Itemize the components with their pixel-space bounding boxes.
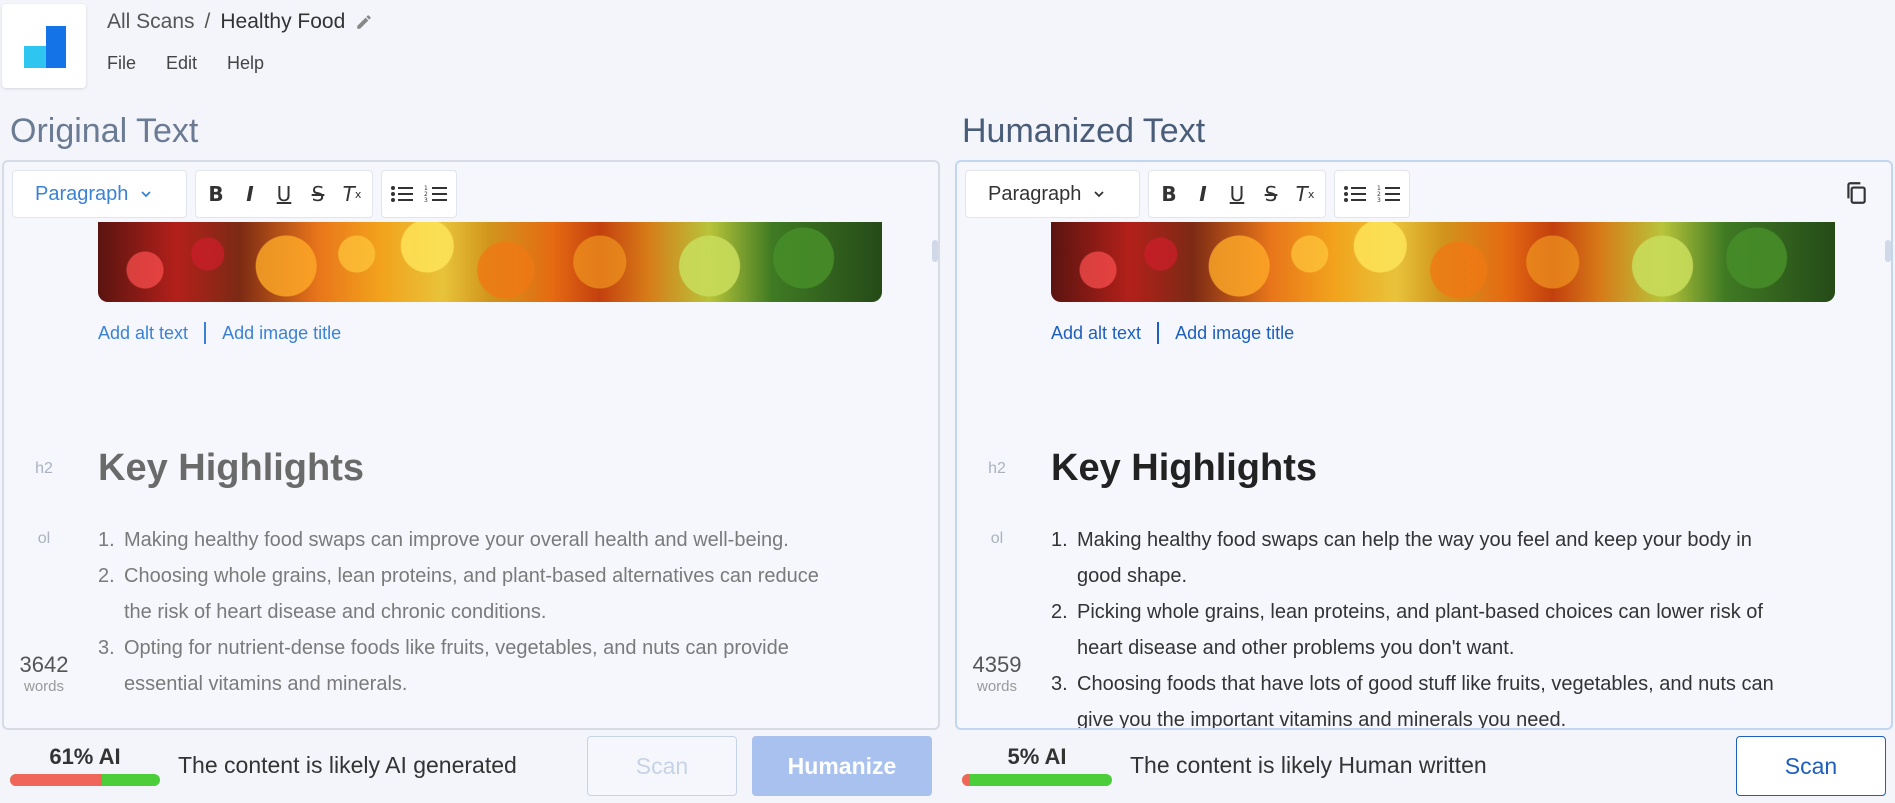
highlights-list: 1. Making healthy food swaps can improve … bbox=[98, 522, 838, 702]
add-image-title-link[interactable]: Add image title bbox=[222, 323, 341, 344]
paragraph-dropdown[interactable]: Paragraph bbox=[12, 170, 187, 218]
list-item: 3. Choosing foods that have lots of good … bbox=[1051, 673, 1774, 730]
paragraph-label: Paragraph bbox=[35, 182, 129, 205]
add-alt-text-link[interactable]: Add alt text bbox=[98, 323, 188, 344]
italic-icon[interactable]: I bbox=[1191, 182, 1215, 206]
ai-meter-bar bbox=[962, 774, 1112, 786]
editor-toolbar: Paragraph B I U S Tx 123 bbox=[965, 170, 1410, 218]
original-text-title: Original Text bbox=[10, 112, 199, 150]
word-count-label: words bbox=[23, 678, 64, 695]
strikethrough-icon[interactable]: S bbox=[1259, 182, 1283, 206]
list-item: 2. Choosing whole grains, lean proteins, … bbox=[98, 565, 819, 623]
bold-icon[interactable]: B bbox=[204, 182, 228, 206]
chevron-down-icon bbox=[1094, 191, 1105, 198]
ai-meter-bar bbox=[10, 774, 160, 786]
humanized-text-editor[interactable]: Paragraph B I U S Tx 123 Add alt text Ad… bbox=[955, 160, 1893, 730]
heading-key-highlights: Key Highlights bbox=[98, 447, 365, 489]
add-alt-text-link[interactable]: Add alt text bbox=[1051, 323, 1141, 344]
paragraph-label: Paragraph bbox=[988, 182, 1082, 205]
original-ai-status: 61% AI The content is likely AI generate… bbox=[10, 734, 517, 796]
word-count-number: 3642 bbox=[19, 652, 69, 677]
humanized-text-title: Humanized Text bbox=[962, 112, 1206, 150]
menu-help[interactable]: Help bbox=[227, 53, 264, 74]
edit-pencil-icon[interactable] bbox=[355, 13, 373, 31]
list-item: 1. Making healthy food swaps can improve … bbox=[98, 529, 789, 551]
menu-bar: File Edit Help bbox=[107, 53, 264, 74]
copy-icon[interactable] bbox=[1843, 180, 1869, 206]
menu-edit[interactable]: Edit bbox=[166, 53, 197, 74]
bullet-list-icon[interactable] bbox=[390, 182, 414, 206]
editor-toolbar: Paragraph B I U S Tx 123 bbox=[12, 170, 457, 218]
healthy-food-image[interactable] bbox=[98, 222, 882, 302]
h2-tag: h2 bbox=[988, 460, 1006, 477]
list-item: 3. Opting for nutrient-dense foods like f… bbox=[98, 637, 789, 695]
word-count: 4359 words bbox=[957, 652, 1037, 695]
bullet-list-icon[interactable] bbox=[1343, 182, 1367, 206]
highlights-list: 1. Making healthy food swaps can help the… bbox=[1051, 522, 1791, 730]
scrollbar[interactable] bbox=[1885, 240, 1891, 262]
format-group: B I U S Tx bbox=[1148, 170, 1326, 218]
scrollbar[interactable] bbox=[932, 240, 938, 262]
ai-meter: 61% AI bbox=[10, 744, 160, 786]
numbered-list-icon[interactable]: 123 bbox=[1377, 182, 1401, 206]
menu-file[interactable]: File bbox=[107, 53, 136, 74]
breadcrumb-current: Healthy Food bbox=[220, 10, 346, 33]
ai-percent: 5% AI bbox=[1007, 744, 1067, 769]
humanized-ai-status: 5% AI The content is likely Human writte… bbox=[962, 734, 1487, 796]
ai-meter-fill bbox=[962, 774, 970, 786]
list-item: 2. Picking whole grains, lean proteins, a… bbox=[1051, 601, 1763, 659]
breadcrumb-all-scans[interactable]: All Scans bbox=[107, 10, 195, 34]
list-group: 123 bbox=[1334, 170, 1410, 218]
ai-status-text: The content is likely AI generated bbox=[178, 751, 517, 778]
list-group: 123 bbox=[381, 170, 457, 218]
humanize-button[interactable]: Humanize bbox=[752, 736, 932, 796]
strikethrough-icon[interactable]: S bbox=[306, 182, 330, 206]
app-logo[interactable] bbox=[2, 4, 86, 88]
breadcrumb: All Scans / Healthy Food bbox=[107, 10, 373, 34]
underline-icon[interactable]: U bbox=[272, 182, 296, 206]
image-actions: Add alt text Add image title bbox=[1051, 322, 1294, 344]
ol-tag: ol bbox=[37, 530, 51, 547]
ai-percent: 61% AI bbox=[49, 744, 121, 769]
h2-tag: h2 bbox=[35, 460, 53, 477]
word-count: 3642 words bbox=[4, 652, 84, 695]
scan-button[interactable]: Scan bbox=[1736, 736, 1886, 796]
word-count-number: 4359 bbox=[972, 652, 1022, 677]
heading-key-highlights: Key Highlights bbox=[1051, 447, 1318, 489]
ol-tag: ol bbox=[990, 530, 1004, 547]
ai-status-text: The content is likely Human written bbox=[1130, 751, 1487, 778]
bold-icon[interactable]: B bbox=[1157, 182, 1181, 206]
word-count-label: words bbox=[976, 678, 1017, 695]
image-actions: Add alt text Add image title bbox=[98, 322, 341, 344]
underline-icon[interactable]: U bbox=[1225, 182, 1249, 206]
ai-meter-fill bbox=[10, 774, 102, 786]
list-item: 1. Making healthy food swaps can help the… bbox=[1051, 529, 1752, 587]
healthy-food-image[interactable] bbox=[1051, 222, 1835, 302]
italic-icon[interactable]: I bbox=[238, 182, 262, 206]
breadcrumb-separator: / bbox=[204, 10, 211, 33]
paragraph-dropdown[interactable]: Paragraph bbox=[965, 170, 1140, 218]
format-group: B I U S Tx bbox=[195, 170, 373, 218]
add-image-title-link[interactable]: Add image title bbox=[1175, 323, 1294, 344]
scan-button[interactable]: Scan bbox=[587, 736, 737, 796]
chevron-down-icon bbox=[141, 191, 152, 198]
svg-text:3: 3 bbox=[424, 197, 428, 204]
original-text-editor[interactable]: Paragraph B I U S Tx 123 Add alt text Ad… bbox=[2, 160, 940, 730]
clear-format-icon[interactable]: Tx bbox=[340, 182, 364, 206]
clear-format-icon[interactable]: Tx bbox=[1293, 182, 1317, 206]
ai-meter: 5% AI bbox=[962, 744, 1112, 786]
svg-text:3: 3 bbox=[1377, 197, 1381, 204]
numbered-list-icon[interactable]: 123 bbox=[424, 182, 448, 206]
